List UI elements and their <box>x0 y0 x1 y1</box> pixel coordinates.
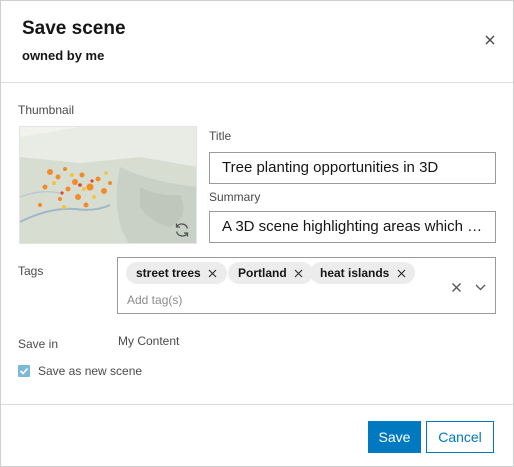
save-button[interactable]: Save <box>368 421 421 453</box>
close-icon <box>451 282 461 292</box>
chevron-down-icon <box>475 284 485 290</box>
cancel-button[interactable]: Cancel <box>426 421 494 453</box>
refresh-thumbnail-button[interactable] <box>171 219 193 241</box>
save-as-new-checkbox[interactable] <box>18 365 30 377</box>
title-label: Title <box>209 129 232 143</box>
remove-tag-button[interactable] <box>395 267 407 279</box>
save-scene-dialog: Save scene owned by me Thumbnail Title T… <box>0 0 514 467</box>
tags-label: Tags <box>18 264 44 278</box>
save-in-label: Save in <box>18 337 59 351</box>
close-icon <box>208 269 217 277</box>
close-icon <box>485 35 495 45</box>
remove-tag-button[interactable] <box>207 267 219 279</box>
save-in-value: My Content <box>118 334 180 348</box>
remove-tag-button[interactable] <box>293 267 305 279</box>
dialog-header: Save scene owned by me <box>1 1 513 83</box>
close-icon <box>397 269 406 277</box>
tag-chip-label: street trees <box>136 266 201 280</box>
clear-tags-button[interactable] <box>446 277 466 297</box>
thumbnail-label: Thumbnail <box>18 103 75 117</box>
tag-chip-label: Portland <box>238 266 287 280</box>
close-button[interactable] <box>479 29 501 51</box>
summary-input[interactable]: A 3D scene highlighting areas which w... <box>209 211 496 243</box>
save-as-new-label[interactable]: Save as new scene <box>38 364 142 378</box>
dialog-subtitle: owned by me <box>22 48 105 63</box>
add-tag-input[interactable] <box>127 291 427 309</box>
close-icon <box>294 269 303 277</box>
dialog-footer: Save Cancel <box>1 404 513 466</box>
summary-label: Summary <box>209 190 261 204</box>
dialog-title: Save scene <box>22 18 126 39</box>
tag-chip-label: heat islands <box>320 266 390 280</box>
tags-combobox[interactable]: street trees Portland heat islands <box>117 257 496 314</box>
tag-chip[interactable]: street trees <box>126 262 227 284</box>
refresh-icon <box>175 223 189 237</box>
tag-chip[interactable]: Portland <box>228 262 313 284</box>
tags-dropdown-toggle[interactable] <box>470 277 490 297</box>
tag-chip[interactable]: heat islands <box>310 262 416 284</box>
checkmark-icon <box>19 367 29 375</box>
title-input[interactable]: Tree planting opportunities in 3D <box>209 152 496 184</box>
